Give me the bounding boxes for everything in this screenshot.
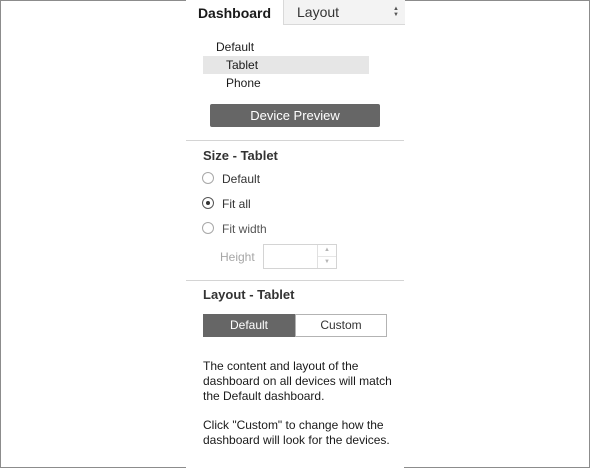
dashboard-device-panel: Dashboard Layout ▲ ▼ Default Tablet Phone…: [186, 0, 405, 468]
layout-mode-toggle: Default Custom: [203, 314, 387, 337]
radio-button[interactable]: [202, 222, 214, 234]
tab-layout-label: Layout: [297, 4, 340, 20]
size-option-label: Fit width: [222, 222, 267, 236]
size-section-title: Size - Tablet: [203, 148, 278, 163]
size-option-label: Default: [222, 172, 261, 186]
layout-custom-hint: Click "Custom" to change how the dashboa…: [203, 418, 390, 447]
device-item-default[interactable]: Default: [216, 38, 254, 56]
device-item-tablet[interactable]: Tablet: [203, 56, 369, 74]
layout-description: The content and layout of the dashboard …: [203, 359, 392, 403]
layout-section-title: Layout - Tablet: [203, 287, 295, 302]
height-stepper[interactable]: ▲ ▼: [263, 244, 337, 269]
stepper-down-icon[interactable]: ▼: [318, 257, 336, 268]
device-item-phone[interactable]: Phone: [226, 74, 261, 92]
size-option-label: Fit all: [222, 197, 251, 211]
divider: [186, 140, 404, 141]
radio-button[interactable]: [202, 172, 214, 184]
radio-button-checked[interactable]: [202, 197, 214, 209]
divider: [186, 280, 404, 281]
layout-default-button[interactable]: Default: [203, 314, 295, 337]
tab-dashboard[interactable]: Dashboard: [186, 0, 283, 26]
device-preview-button[interactable]: Device Preview: [210, 104, 380, 127]
layout-custom-button[interactable]: Custom: [295, 314, 387, 337]
up-down-arrows-icon: ▲ ▼: [393, 6, 399, 18]
stepper-up-icon[interactable]: ▲: [318, 245, 336, 257]
stepper-buttons: ▲ ▼: [317, 245, 336, 268]
panel-tabs: Dashboard Layout ▲ ▼: [186, 0, 405, 26]
tab-layout[interactable]: Layout ▲ ▼: [283, 0, 405, 25]
device-item-tablet-label: Tablet: [226, 58, 259, 72]
height-label: Height: [220, 250, 255, 264]
